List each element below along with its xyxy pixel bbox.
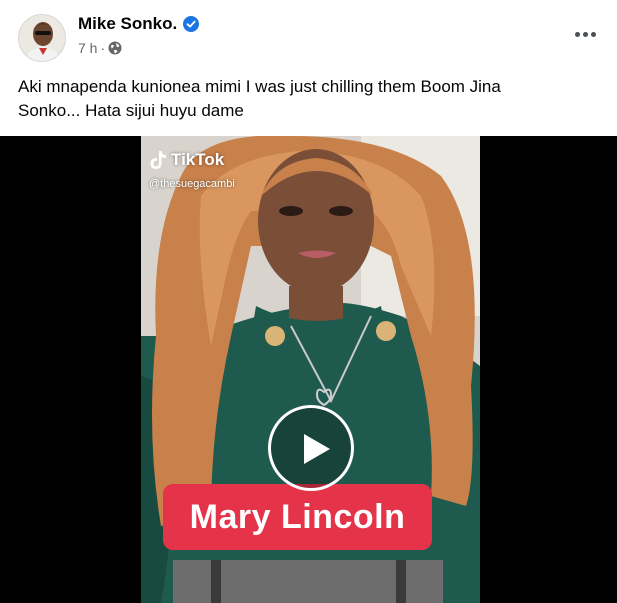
tiktok-icon xyxy=(150,151,166,169)
author-name[interactable]: Mike Sonko. xyxy=(78,14,177,34)
post-text-line: Aki mnapenda kunionea mimi I was just ch… xyxy=(18,77,501,96)
globe-icon[interactable] xyxy=(108,41,122,55)
meta-separator: · xyxy=(100,40,106,56)
author-avatar[interactable] xyxy=(18,14,66,62)
tiktok-label: TikTok xyxy=(171,150,225,169)
tiktok-logo: TikTok xyxy=(149,150,224,170)
author-row: Mike Sonko. xyxy=(78,14,200,34)
post-text: Aki mnapenda kunionea mimi I was just ch… xyxy=(18,75,598,123)
play-icon xyxy=(304,434,330,464)
verified-badge-icon xyxy=(183,16,200,32)
video-post[interactable]: TikTok @thesuegacambi Mary Lincoln xyxy=(0,136,617,603)
more-options-icon[interactable] xyxy=(573,24,597,44)
play-button[interactable] xyxy=(268,405,354,491)
tiktok-handle: @thesuegacambi xyxy=(149,178,235,190)
post-text-line: Sonko... Hata sijui huyu dame xyxy=(18,101,244,120)
post-header: Mike Sonko. 7 h · xyxy=(0,0,617,70)
post-time[interactable]: 7 h xyxy=(78,40,97,56)
post-meta: 7 h · xyxy=(78,40,122,56)
video-name-caption: Mary Lincoln xyxy=(163,484,432,550)
